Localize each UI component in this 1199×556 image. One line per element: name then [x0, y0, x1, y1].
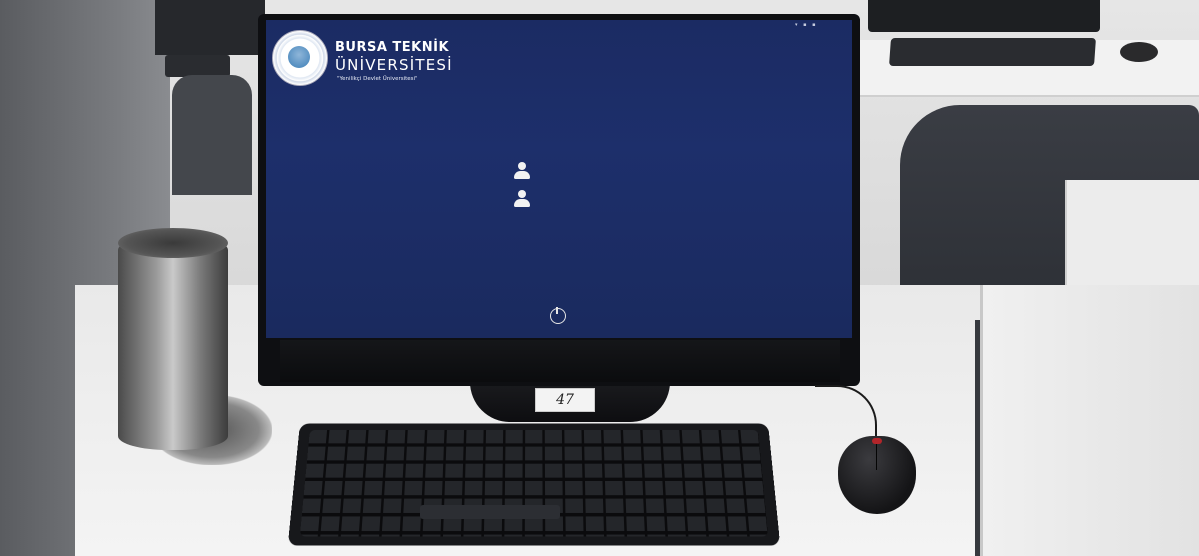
mouse-scroll-wheel	[872, 438, 882, 444]
login-user-2[interactable]	[514, 190, 538, 208]
login-user-1[interactable]	[514, 162, 538, 180]
power-icon[interactable]	[550, 308, 566, 324]
keyboard-keys	[300, 430, 768, 537]
monitor-chin	[280, 340, 840, 382]
university-seal-emblem	[288, 46, 310, 68]
background-monitor-right	[868, 0, 1100, 32]
background-monitor-left	[155, 0, 265, 55]
desk-divider-panel	[1065, 180, 1199, 300]
mouse-button-split	[876, 440, 877, 470]
cable-grommet-cylinder	[118, 236, 228, 450]
background-keyboard-left	[165, 55, 230, 77]
cable-grommet-top	[118, 228, 228, 258]
university-slogan: "Yenilikçi Devlet Üniversitesi"	[337, 76, 418, 82]
computer-mouse	[838, 436, 916, 514]
background-keyboard-right	[889, 38, 1096, 66]
adjacent-desk-surface	[980, 285, 1199, 556]
keyboard-spacebar	[420, 505, 560, 519]
system-tray-icons[interactable]: ▾ ▪ ▪	[795, 22, 817, 28]
seat-number-tag: 47	[535, 388, 595, 412]
user-avatar-icon	[514, 162, 530, 180]
university-name-line1: BURSA TEKNİK	[335, 40, 449, 55]
background-chair-left	[172, 75, 252, 195]
university-name-line2: ÜNİVERSİTESİ	[335, 56, 453, 74]
user-avatar-icon	[514, 190, 530, 208]
background-mouse-right	[1120, 42, 1158, 62]
